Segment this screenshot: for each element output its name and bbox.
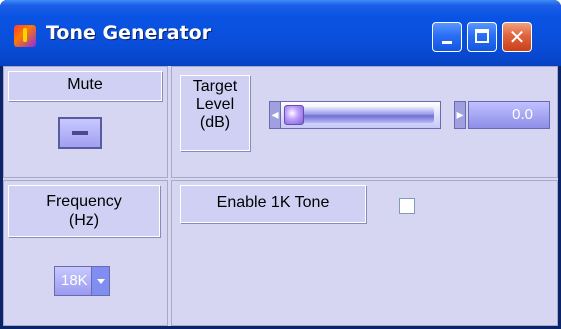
chevron-down-icon[interactable] xyxy=(91,267,109,295)
maximize-icon xyxy=(475,29,489,43)
arrow-right-icon[interactable]: ▸ xyxy=(454,101,466,129)
target-level-cell: Target Level (dB) ◂ ▸ 0.0 xyxy=(171,66,558,178)
target-level-label-line3: (dB) xyxy=(199,114,231,131)
frequency-label-line1: Frequency xyxy=(46,193,122,210)
frequency-label-line2: (Hz) xyxy=(68,212,100,229)
frequency-cell: Frequency (Hz) 18K xyxy=(3,180,168,326)
target-level-label: Target Level (dB) xyxy=(180,75,250,151)
enable-1k-checkbox[interactable] xyxy=(399,198,415,214)
client-area: Mute Target Level (dB) ◂ ▸ 0.0 Frequency… xyxy=(3,66,558,326)
target-level-label-line2: Level xyxy=(195,96,235,113)
minimize-icon xyxy=(442,41,452,44)
frequency-selected-value: 18K xyxy=(61,272,88,289)
mute-button[interactable] xyxy=(58,117,102,149)
window-title: Tone Generator xyxy=(46,22,212,44)
target-level-value: 0.0 xyxy=(468,101,550,129)
target-level-label-line1: Target xyxy=(192,78,238,95)
app-icon[interactable] xyxy=(14,25,36,47)
close-button[interactable]: ✕ xyxy=(502,22,532,52)
slider-fill xyxy=(284,107,434,123)
arrow-left-icon[interactable]: ◂ xyxy=(269,101,281,129)
maximize-button[interactable] xyxy=(467,22,497,52)
title-bar[interactable]: Tone Generator ✕ xyxy=(0,0,561,66)
mute-indicator xyxy=(72,131,88,135)
minimize-button[interactable] xyxy=(432,22,462,52)
slider-thumb[interactable] xyxy=(284,105,304,125)
mute-cell: Mute xyxy=(3,66,168,178)
mute-label: Mute xyxy=(8,71,162,101)
enable-1k-label: Enable 1K Tone xyxy=(180,185,366,223)
close-icon: ✕ xyxy=(508,25,526,49)
frequency-label: Frequency (Hz) xyxy=(8,185,160,237)
frequency-dropdown[interactable]: 18K xyxy=(54,266,110,296)
tone-generator-window: Tone Generator ✕ Mute Target Level (dB) … xyxy=(0,0,561,329)
enable-1k-cell: Enable 1K Tone xyxy=(171,180,558,326)
